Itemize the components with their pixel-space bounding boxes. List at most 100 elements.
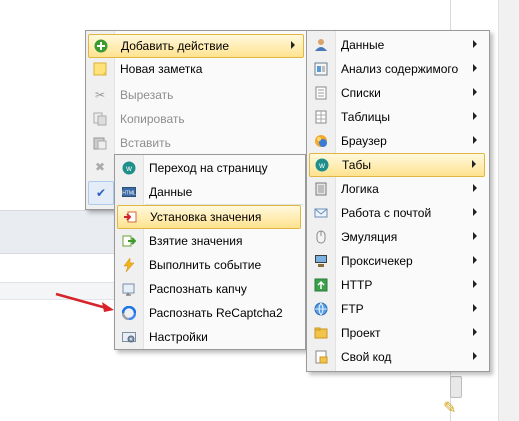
- menu-item-cat-ftp[interactable]: FTP: [309, 298, 485, 320]
- recaptcha-icon: [117, 302, 141, 324]
- menu-item-cat-lists[interactable]: Списки: [309, 82, 485, 104]
- menu-item-get-value[interactable]: Взятие значения: [117, 230, 301, 252]
- submenu-arrow-icon: [473, 352, 477, 360]
- broom-icon[interactable]: ✎: [443, 398, 456, 418]
- menu-item-label: Таблицы: [341, 110, 391, 124]
- sticky-note-icon: [88, 58, 112, 80]
- copy-icon: [88, 108, 112, 130]
- menu-item-recaptcha2[interactable]: Распознать ReCaptcha2: [117, 302, 301, 324]
- code-icon: [309, 346, 333, 368]
- menu-item-set-value[interactable]: Установка значения: [117, 205, 301, 229]
- paste-icon: [88, 132, 112, 154]
- menu-item-new-note[interactable]: Новая заметка: [88, 58, 302, 80]
- menu-item-label: Анализ содержимого: [341, 62, 459, 76]
- user-icon: [309, 34, 333, 56]
- menu-item-paste[interactable]: Вставить: [88, 132, 302, 154]
- menu-item-label: Копировать: [120, 112, 185, 126]
- menu-item-label: Логика: [341, 182, 379, 196]
- submenu-arrow-icon: [473, 112, 477, 120]
- submenu-arrow-icon: [472, 160, 476, 168]
- get-value-icon: [117, 230, 141, 252]
- submenu-arrow-icon: [473, 136, 477, 144]
- gear-icon: [117, 326, 141, 348]
- menu-item-copy[interactable]: Копировать: [88, 108, 302, 130]
- menu-item-cat-mail[interactable]: Работа с почтой: [309, 202, 485, 224]
- green-plus-icon: [89, 35, 113, 57]
- menu-item-cat-emulation[interactable]: Эмуляция: [309, 226, 485, 248]
- captcha-icon: [117, 278, 141, 300]
- menu-item-label: Распознать капчу: [149, 282, 247, 296]
- menu-item-label: Работа с почтой: [341, 206, 432, 220]
- menu-item-cat-analysis[interactable]: Анализ содержимого: [309, 58, 485, 80]
- ftp-icon: [309, 298, 333, 320]
- menu-item-label: Проект: [341, 326, 381, 340]
- menu-item-label: Данные: [341, 38, 385, 52]
- submenu-arrow-icon: [473, 256, 477, 264]
- context-menu-categories: Данные Анализ содержимого Списки Таблицы…: [306, 30, 490, 372]
- vertical-scrollbar[interactable]: [498, 0, 519, 421]
- scrollbar-thumb[interactable]: [450, 376, 462, 398]
- menu-item-checked[interactable]: ✔: [88, 181, 114, 205]
- submenu-arrow-icon: [473, 328, 477, 336]
- menu-item-label: Проксичекер: [341, 254, 413, 268]
- submenu-arrow-icon: [473, 88, 477, 96]
- menu-item-settings[interactable]: Настройки: [117, 326, 301, 348]
- annotation-arrow-icon: [55, 292, 114, 312]
- html-icon: HTML: [117, 181, 141, 203]
- document-analysis-icon: [309, 58, 333, 80]
- menu-item-label: Выполнить событие: [149, 258, 262, 272]
- menu-item-goto-page[interactable]: w Переход на страницу: [117, 157, 301, 179]
- svg-text:HTML: HTML: [122, 191, 136, 197]
- menu-item-label: HTTP: [341, 278, 373, 292]
- envelope-icon: [309, 202, 333, 224]
- menu-item-label: Эмуляция: [341, 230, 398, 244]
- table-icon: [309, 106, 333, 128]
- menu-item-cat-http[interactable]: HTTP: [309, 274, 485, 296]
- svg-text:w: w: [318, 161, 325, 170]
- menu-item-cat-proxychecker[interactable]: Проксичекер: [309, 250, 485, 272]
- submenu-arrow-icon: [473, 208, 477, 216]
- scissors-icon: ✂: [94, 88, 106, 102]
- menu-item-add-action[interactable]: Добавить действие: [88, 34, 304, 58]
- browser-icon: [309, 130, 333, 152]
- submenu-arrow-icon: [473, 184, 477, 192]
- menu-item-label: Данные: [149, 185, 193, 199]
- project-icon: [309, 322, 333, 344]
- tab-w-icon: w: [117, 157, 141, 179]
- list-icon: [309, 82, 333, 104]
- menu-item-cat-browser[interactable]: Браузер: [309, 130, 485, 152]
- tab-w-icon: w: [310, 154, 334, 176]
- menu-item-label: Добавить действие: [121, 39, 229, 53]
- logic-icon: [309, 178, 333, 200]
- menu-item-data[interactable]: HTML Данные: [117, 181, 301, 203]
- lightning-icon: [117, 254, 141, 276]
- menu-item-captcha[interactable]: Распознать капчу: [117, 278, 301, 300]
- menu-item-label: Распознать ReCaptcha2: [149, 306, 283, 320]
- menu-item-cat-tabs[interactable]: w Табы: [309, 153, 485, 177]
- http-icon: [309, 274, 333, 296]
- menu-item-cat-custom-code[interactable]: Свой код: [309, 346, 485, 368]
- menu-item-cat-tables[interactable]: Таблицы: [309, 106, 485, 128]
- submenu-arrow-icon: [291, 41, 295, 49]
- set-value-icon: [118, 206, 142, 228]
- submenu-arrow-icon: [473, 232, 477, 240]
- menu-item-disabled-extra: ✖: [88, 156, 112, 178]
- menu-item-cut[interactable]: ✂ Вырезать: [88, 84, 302, 106]
- mouse-icon: [309, 226, 333, 248]
- menu-item-label: Новая заметка: [120, 62, 203, 76]
- menu-item-cat-data[interactable]: Данные: [309, 34, 485, 56]
- menu-item-label: Переход на страницу: [149, 161, 268, 175]
- menu-item-fire-event[interactable]: Выполнить событие: [117, 254, 301, 276]
- submenu-arrow-icon: [473, 280, 477, 288]
- menu-item-cat-logic[interactable]: Логика: [309, 178, 485, 200]
- menu-item-label: Настройки: [149, 330, 208, 344]
- context-menu-actions: w Переход на страницу HTML Данные Устано…: [114, 154, 306, 350]
- submenu-arrow-icon: [473, 304, 477, 312]
- menu-item-label: Списки: [341, 86, 381, 100]
- menu-item-label: Вставить: [120, 136, 171, 150]
- menu-item-cat-project[interactable]: Проект: [309, 322, 485, 344]
- menu-item-label: Взятие значения: [149, 234, 243, 248]
- computer-icon: [309, 250, 333, 272]
- menu-item-label: Установка значения: [150, 210, 262, 224]
- menu-item-label: Свой код: [341, 350, 392, 364]
